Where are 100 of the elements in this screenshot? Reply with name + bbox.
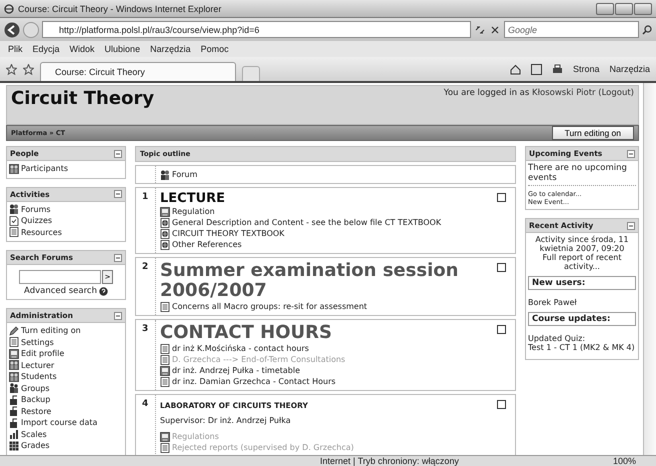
- section-title: LECTURE: [160, 191, 226, 206]
- menu-item[interactable]: Pomoc: [200, 44, 229, 54]
- book-icon: [160, 206, 170, 216]
- section-number: 3: [142, 324, 148, 334]
- block-link[interactable]: Import course data: [21, 417, 98, 428]
- collapse-icon: [627, 222, 635, 230]
- collapse-icon: [114, 254, 122, 262]
- maximize-button[interactable]: [615, 2, 633, 14]
- group-icon: [9, 383, 19, 394]
- security-zone: Internet | Tryb chroniony: włączony: [320, 456, 459, 466]
- people-icon: [160, 170, 170, 180]
- menu-item[interactable]: Plik: [8, 44, 23, 54]
- people-icon: [9, 164, 19, 174]
- events-message: There are no upcoming events: [528, 163, 636, 186]
- collapse-icon: [114, 312, 122, 320]
- activity-heading: Course updates:: [528, 312, 636, 326]
- activity-text: Updated Quiz: Test 1 - CT 1 (MK2 & MK 4): [528, 334, 636, 352]
- section-number: 4: [142, 399, 148, 409]
- resource-link[interactable]: dr inz. Damian Grzechca - Contact Hours: [172, 376, 336, 387]
- stop-icon: [489, 24, 501, 36]
- block-link[interactable]: Edit profile: [21, 348, 64, 360]
- full-report-link[interactable]: Full report of recent activity...: [528, 253, 636, 271]
- window-title: Course: Circuit Theory - Windows Internet Explorer: [18, 4, 222, 14]
- home-icon: [510, 64, 521, 74]
- resource-link[interactable]: Other References: [172, 239, 242, 250]
- document-icon: [9, 227, 19, 238]
- browser-icon: [4, 4, 14, 14]
- book-icon: [9, 348, 19, 359]
- section-number: 1: [142, 192, 148, 202]
- globe-document-icon: [160, 228, 170, 238]
- browser-tab[interactable]: Course: Circuit Theory: [40, 62, 236, 81]
- highlight-checkbox[interactable]: [497, 400, 506, 409]
- login-info: You are logged in as Kłosowski Piotr (Logout): [444, 88, 634, 98]
- star-icon: [6, 64, 17, 74]
- refresh-icon: [474, 24, 486, 36]
- block-link[interactable]: Forums: [21, 204, 51, 215]
- pencil-icon: [9, 326, 19, 336]
- block-link[interactable]: Participants: [21, 163, 68, 174]
- block-link[interactable]: Scales: [21, 428, 47, 440]
- help-icon: [98, 286, 108, 296]
- document-icon: [160, 376, 170, 386]
- user-link[interactable]: Kłosowski Piotr: [532, 88, 596, 98]
- block-link[interactable]: Settings: [21, 336, 54, 348]
- menu-item[interactable]: Edycja: [32, 44, 60, 54]
- document-icon: [9, 337, 19, 348]
- star-icon: [23, 64, 34, 74]
- course-heading: Circuit Theory: [11, 88, 154, 109]
- address-field[interactable]: http://platforma.polsl.pl/rau3/course/view.php?id=6: [42, 21, 471, 38]
- collapse-icon: [114, 190, 122, 198]
- menu-item[interactable]: Narzędzia: [150, 44, 191, 54]
- resource-link[interactable]: dr inż K.Mościńska - contact hours: [172, 343, 309, 354]
- menu-item[interactable]: Ulubione: [104, 44, 140, 54]
- globe-document-icon: [160, 218, 170, 228]
- block-link[interactable]: Lecturer: [21, 360, 54, 371]
- people-icon: [9, 360, 19, 370]
- menu-item[interactable]: Widok: [70, 44, 95, 54]
- close-button[interactable]: [634, 2, 652, 14]
- toolbar-button[interactable]: Narzędzia: [609, 64, 650, 74]
- search-field[interactable]: Google: [504, 21, 639, 38]
- bar-chart-icon: [9, 429, 19, 440]
- block-link[interactable]: Quizzes: [21, 215, 52, 226]
- block-link[interactable]: Backup: [21, 394, 50, 406]
- resource-link[interactable]: Regulation: [172, 206, 215, 217]
- highlight-checkbox[interactable]: [497, 193, 506, 202]
- logout-link[interactable]: (Logout): [598, 88, 634, 98]
- resource-link[interactable]: Concerns all Macro groups: re-sit for assessment: [172, 301, 368, 312]
- activity-text: Borek Paweł: [528, 298, 578, 307]
- turn-editing-on-button[interactable]: Turn editing on: [552, 126, 634, 140]
- section-summary: Supervisor: Dr inż. Andrzej Pułka: [160, 416, 292, 427]
- block-link[interactable]: Turn editing on: [21, 325, 81, 336]
- feed-icon: [530, 64, 542, 74]
- people-icon: [9, 204, 19, 214]
- block-link[interactable]: Students: [21, 371, 57, 382]
- document-icon: [160, 354, 170, 364]
- document-icon: [160, 302, 170, 312]
- resource-link[interactable]: CIRCUIT THEORY TEXTBOOK: [172, 228, 284, 239]
- box-icon: [9, 418, 19, 428]
- advanced-search-link[interactable]: Advanced search: [24, 286, 97, 296]
- resource-link[interactable]: General Description and Content - see the below file CT TEXTBOOK: [172, 217, 442, 228]
- grid-icon: [9, 440, 19, 451]
- search-field[interactable]: [18, 270, 101, 284]
- scrollbar[interactable]: [643, 83, 656, 455]
- block-link[interactable]: Resources: [21, 226, 62, 238]
- section-title: CONTACT HOURS: [160, 323, 333, 343]
- people-icon: [9, 372, 19, 382]
- document-icon: [160, 442, 170, 452]
- block-link[interactable]: Groups: [21, 382, 50, 394]
- resource-link[interactable]: dr inż. Andrzej Pułka - timetable: [172, 365, 300, 376]
- block-link[interactable]: Grades: [21, 440, 50, 452]
- checklist-icon: [9, 216, 19, 226]
- toolbar-button[interactable]: Strona: [572, 64, 600, 74]
- search-icon: [642, 24, 652, 34]
- section-number: 2: [142, 262, 148, 272]
- block-link[interactable]: Restore: [21, 406, 52, 417]
- highlight-checkbox[interactable]: [497, 263, 506, 272]
- highlight-checkbox[interactable]: [497, 325, 506, 334]
- resource-link[interactable]: Forum: [172, 169, 198, 180]
- box-icon: [9, 394, 19, 405]
- zoom-level[interactable]: 100%: [612, 456, 636, 466]
- minimize-button[interactable]: [596, 2, 614, 14]
